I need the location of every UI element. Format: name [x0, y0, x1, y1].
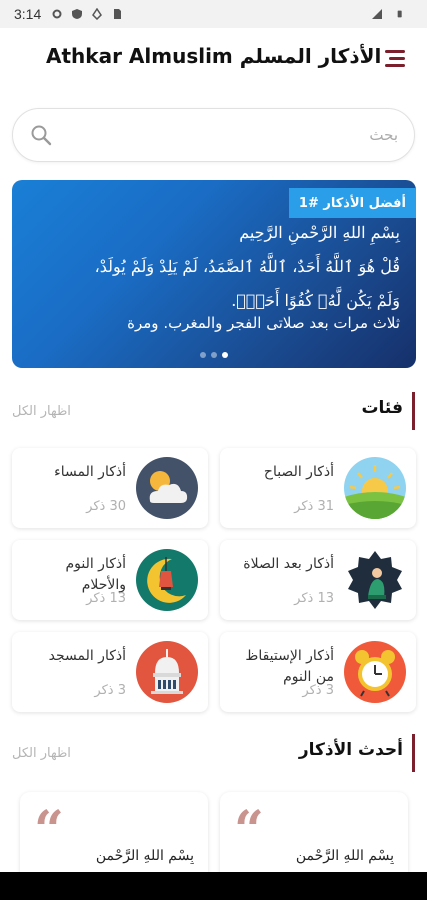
- category-name: أذكار المسجد: [48, 648, 126, 664]
- category-card-waking[interactable]: أذكار الإستيقاظ من النوم 3 ذكر: [220, 632, 416, 712]
- categories-show-all-link[interactable]: اظهار الكل: [12, 404, 71, 419]
- category-count: 13 ذكر: [86, 591, 126, 606]
- category-card-mosque[interactable]: أذكار المسجد 3 ذكر: [12, 632, 208, 712]
- latest-athkar-text: بِسْمِ اللهِ الرَّحْمنِ: [295, 848, 394, 864]
- carousel-dots: [12, 352, 416, 358]
- category-name: أذكار النوم والأحلام: [65, 556, 126, 593]
- banner-line: وَلَمْ يَكُن لَّهُۥ كُفُوًا أَحَدٌۢ.: [231, 291, 400, 310]
- search-input[interactable]: [68, 119, 398, 151]
- latest-title: أحدث الأذكار: [298, 740, 403, 760]
- category-count: 13 ذكر: [294, 591, 334, 606]
- banner-line: قُلْ هُوَ ٱللَّهُ أَحَدٌ، ٱللَّهُ ٱلصَّم…: [94, 257, 400, 276]
- banner-note: ثلاث مرات بعد صلاتى الفجر والمغرب. ومرة: [127, 314, 400, 332]
- moon-cloud-icon: [136, 457, 198, 519]
- latest-show-all-link[interactable]: اظهار الكل: [12, 746, 71, 761]
- carousel-dot-active[interactable]: [222, 352, 228, 358]
- app-title: Athkar Almuslim الأذكار المسلم: [46, 44, 382, 68]
- carousel-dot[interactable]: [211, 352, 217, 358]
- app-bar: Athkar Almuslim الأذكار المسلم: [0, 30, 427, 86]
- category-card-after-prayer[interactable]: أذكار بعد الصلاة 13 ذكر: [220, 540, 416, 620]
- featured-badge: أفضل الأذكار #1: [288, 188, 416, 218]
- section-accent-bar: [412, 392, 415, 430]
- search-bar[interactable]: [12, 108, 415, 162]
- category-name: أذكار الإستيقاظ من النوم: [245, 648, 334, 685]
- featured-athkar-banner[interactable]: أفضل الأذكار #1 بِسْمِ اللهِ الرَّحْمنِ …: [12, 180, 416, 368]
- category-card-morning[interactable]: أذكار الصباح 31 ذكر: [220, 448, 416, 528]
- signal-icon: [372, 9, 382, 19]
- category-card-evening[interactable]: أذكار المساء 30 ذكر: [12, 448, 208, 528]
- category-name: أذكار المساء: [54, 464, 126, 480]
- category-count: 31 ذكر: [294, 499, 334, 514]
- moon-lantern-icon: [136, 549, 198, 611]
- category-name: أذكار الصباح: [263, 464, 334, 480]
- status-bar: 3:14: [0, 0, 427, 28]
- category-count: 3 ذكر: [302, 683, 334, 698]
- category-count: 30 ذكر: [86, 499, 126, 514]
- battery-icon: [397, 10, 402, 18]
- mosque-icon: [136, 641, 198, 703]
- settings-icon: [52, 9, 62, 19]
- system-nav-bar: [0, 872, 427, 900]
- shield-icon: [72, 9, 83, 19]
- praying-person-icon: [344, 549, 406, 611]
- banner-line: بِسْمِ اللهِ الرَّحْمنِ الرَّحِيم: [239, 223, 400, 242]
- carousel-dot[interactable]: [200, 352, 206, 358]
- section-accent-bar: [412, 734, 415, 772]
- sunrise-icon: [344, 457, 406, 519]
- category-card-sleep[interactable]: أذكار النوم والأحلام 13 ذكر: [12, 540, 208, 620]
- menu-icon[interactable]: [383, 48, 405, 68]
- status-time: 3:14: [14, 6, 42, 22]
- latest-header: أحدث الأذكار اظهار الكل: [12, 734, 415, 772]
- category-name: أذكار بعد الصلاة: [243, 556, 334, 572]
- banner-text: بِسْمِ اللهِ الرَّحْمنِ الرَّحِيم قُلْ ه…: [28, 216, 400, 318]
- categories-title: فئات: [361, 398, 403, 418]
- search-icon[interactable]: [29, 123, 53, 147]
- sim-card-icon: [114, 9, 122, 19]
- latest-athkar-text: بِسْمِ اللهِ الرَّحْمنِ: [95, 848, 194, 864]
- alarm-clock-icon: [344, 641, 406, 703]
- data-saver-icon: [92, 8, 103, 20]
- categories-header: فئات اظهار الكل: [12, 392, 415, 430]
- category-count: 3 ذكر: [94, 683, 126, 698]
